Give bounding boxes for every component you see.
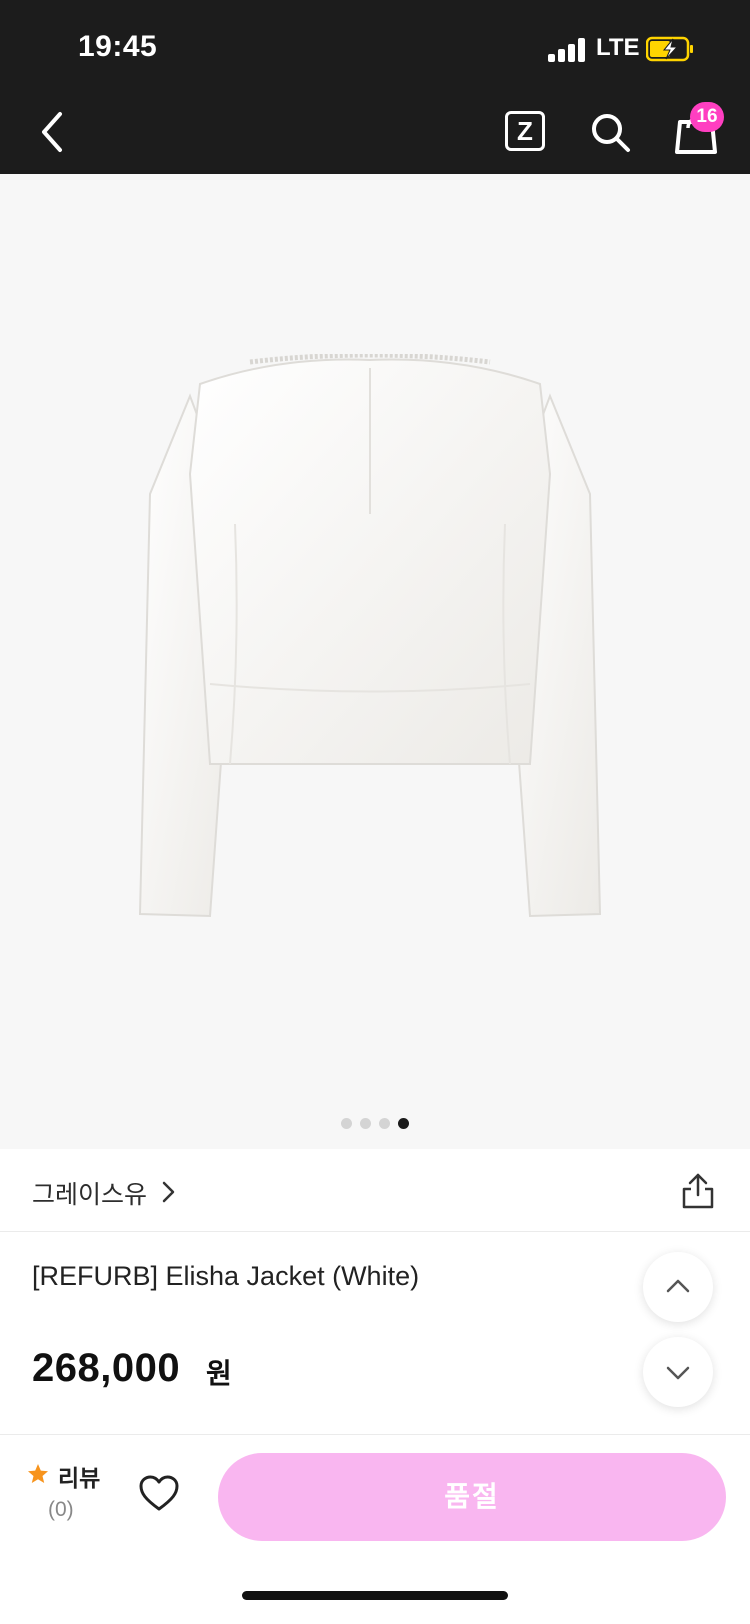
battery-charging-icon — [646, 36, 693, 62]
brand-link[interactable]: 그레이스유 — [32, 1175, 147, 1211]
chevron-right-icon[interactable] — [160, 1179, 178, 1205]
signal-icon — [548, 38, 586, 62]
top-bar: 19:45 LTE Z 16 — [0, 0, 750, 174]
pagination-dot[interactable] — [341, 1118, 352, 1129]
sold-out-button[interactable]: 품절 — [218, 1453, 726, 1541]
scroll-up-button[interactable] — [643, 1252, 713, 1322]
bottom-action-bar: 리뷰 (0) 품절 — [0, 1434, 750, 1624]
product-price: 268,000 — [32, 1346, 181, 1390]
product-image-gallery[interactable] — [0, 174, 750, 1149]
star-icon — [28, 1464, 48, 1483]
share-icon[interactable] — [680, 1171, 716, 1211]
review-count[interactable]: (0) — [48, 1498, 74, 1522]
status-time: 19:45 — [78, 30, 158, 63]
pagination-dot-active[interactable] — [398, 1118, 409, 1129]
gallery-pagination — [0, 1118, 750, 1130]
scroll-down-button[interactable] — [643, 1337, 713, 1407]
pagination-dot[interactable] — [360, 1118, 371, 1129]
chevron-up-icon — [666, 1279, 690, 1293]
price-currency: 원 — [206, 1358, 232, 1389]
chevron-down-icon — [666, 1366, 690, 1380]
heart-icon[interactable] — [139, 1475, 179, 1513]
review-label[interactable]: 리뷰 — [58, 1459, 100, 1493]
home-indicator — [242, 1591, 508, 1600]
z-menu-button[interactable]: Z — [505, 111, 545, 151]
brand-row: 그레이스유 — [0, 1149, 750, 1232]
network-type: LTE — [596, 34, 640, 61]
search-icon[interactable] — [588, 110, 632, 154]
product-image — [138, 354, 602, 918]
pagination-dot[interactable] — [379, 1118, 390, 1129]
product-title: [REFURB] Elisha Jacket (White) — [32, 1261, 420, 1291]
cart-count-badge: 16 — [690, 102, 724, 132]
back-icon[interactable] — [36, 108, 70, 156]
